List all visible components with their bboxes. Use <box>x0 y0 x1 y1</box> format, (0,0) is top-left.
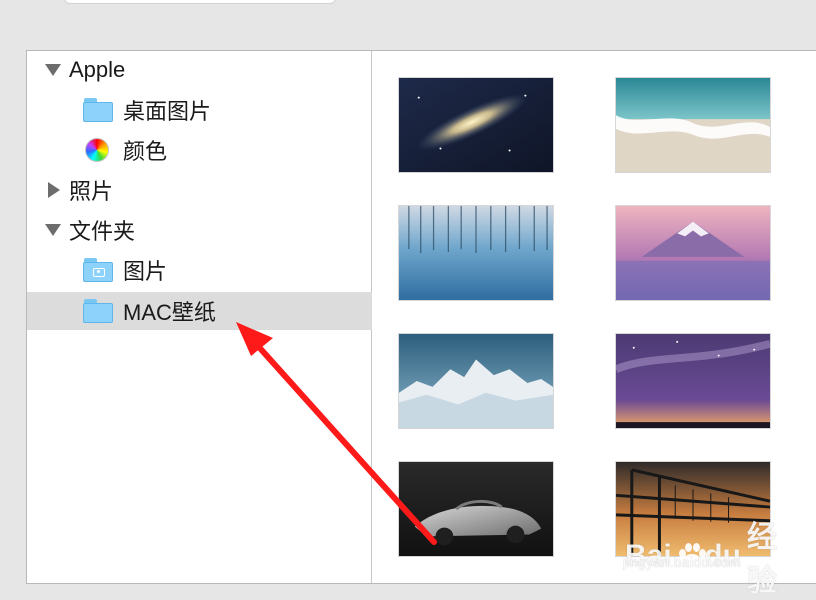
sidebar-group-photos[interactable]: 照片 <box>27 171 389 209</box>
wallpaper-thumbnail-car[interactable] <box>398 461 554 557</box>
sidebar-item-label: 桌面图片 <box>123 99 212 124</box>
sidebar-item-label: 照片 <box>69 179 114 204</box>
disclosure-triangle-right-icon[interactable] <box>48 182 60 198</box>
search-field-top[interactable] <box>64 0 336 4</box>
sidebar-item-label: 颜色 <box>123 139 168 164</box>
wallpaper-gallery <box>372 51 816 583</box>
sidebar-item-pictures[interactable]: 图片 <box>27 251 427 289</box>
wallpaper-thumbnail-beach[interactable] <box>615 77 771 173</box>
wallpaper-thumbnail-bridge[interactable] <box>615 461 771 557</box>
sidebar-group-folders[interactable]: 文件夹 <box>27 211 389 249</box>
sidebar-item-desktop-pictures[interactable]: 桌面图片 <box>27 91 427 129</box>
source-sidebar: Apple 桌面图片 颜色 照片 文件夹 图片 MAC壁纸 <box>27 51 427 583</box>
folder-icon <box>83 299 113 323</box>
wallpaper-thumbnail-milky-way[interactable] <box>615 333 771 429</box>
sidebar-item-label: Apple <box>69 57 126 82</box>
sidebar-item-label: MAC壁纸 <box>123 300 216 325</box>
sidebar-item-mac-wallpapers[interactable]: MAC壁纸 <box>27 292 427 330</box>
wallpaper-thumbnail-galaxy[interactable] <box>398 77 554 173</box>
sidebar-item-label: 文件夹 <box>69 219 136 244</box>
wallpaper-thumbnail-mount-fuji[interactable] <box>615 205 771 301</box>
sidebar-group-apple[interactable]: Apple <box>27 51 389 89</box>
wallpaper-thumbnail-frozen-forest[interactable] <box>398 205 554 301</box>
wallpaper-browser-panel: Apple 桌面图片 颜色 照片 文件夹 图片 MAC壁纸 <box>26 50 816 584</box>
sidebar-item-label: 图片 <box>123 259 168 284</box>
disclosure-triangle-down-icon[interactable] <box>45 64 61 76</box>
wallpaper-thumbnail-snow-mountains[interactable] <box>398 333 554 429</box>
sidebar-item-colors[interactable]: 颜色 <box>27 131 429 169</box>
color-wheel-icon <box>85 138 109 162</box>
folder-camera-icon <box>83 258 113 282</box>
disclosure-triangle-down-icon[interactable] <box>45 224 61 236</box>
folder-icon <box>83 98 113 122</box>
